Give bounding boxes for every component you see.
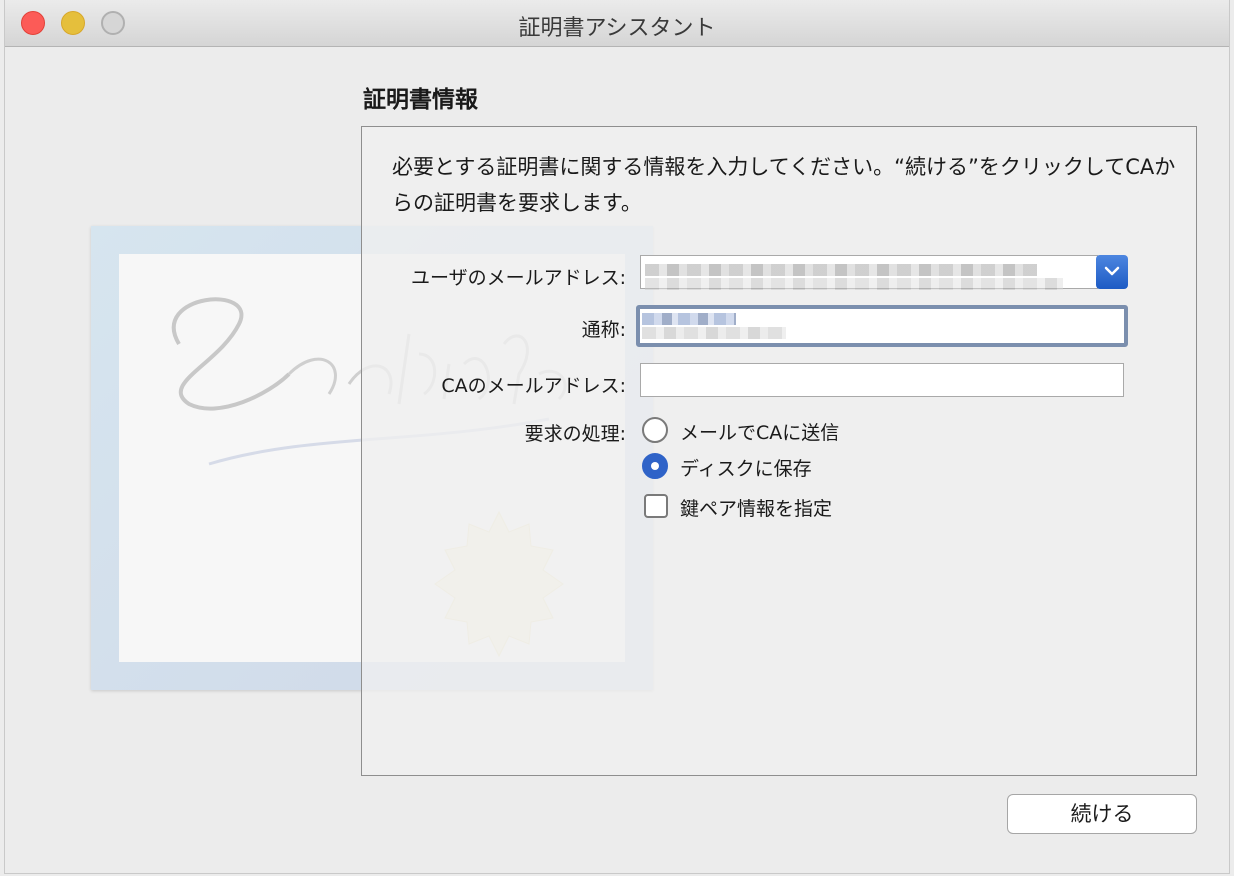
save-to-disk-label[interactable]: ディスクに保存 [680,454,812,481]
user-email-dropdown-button[interactable] [1096,255,1128,289]
ca-email-input[interactable] [640,363,1124,397]
specify-keypair-label[interactable]: 鍵ペア情報を指定 [680,494,832,521]
redacted-name-text-2 [642,327,786,339]
ca-email-label: CAのメールアドレス: [441,375,626,397]
request-handling-label: 要求の処理: [524,423,626,445]
chevron-down-icon [1104,266,1120,276]
certificate-info-panel: 必要とする証明書に関する情報を入力してください。“続ける”をクリックしてCAから… [361,126,1197,776]
user-email-combobox[interactable] [640,255,1098,290]
save-to-disk-radio[interactable] [642,453,668,479]
send-to-ca-label[interactable]: メールでCAに送信 [680,418,839,445]
instructions-text: 必要とする証明書に関する情報を入力してください。“続ける”をクリックしてCAから… [392,155,1176,215]
certificate-assistant-window: 証明書アシスタント 証明書情報 必要とする証明書に関する情報を入力してください。… [4,0,1230,874]
continue-button[interactable]: 続ける [1007,794,1197,834]
common-name-input[interactable] [636,305,1128,347]
specify-keypair-checkbox[interactable] [644,494,668,518]
section-title: 証明書情報 [363,87,478,113]
send-to-ca-radio[interactable] [642,417,668,443]
redacted-email-text [645,264,1037,276]
user-email-label: ユーザのメールアドレス: [410,267,626,289]
redacted-email-text-2 [645,278,1063,290]
window-title: 証明書アシスタント [518,16,716,41]
redacted-name-text [642,313,736,325]
common-name-label: 通称: [581,319,626,341]
title-bar[interactable]: 証明書アシスタント [5,0,1229,47]
